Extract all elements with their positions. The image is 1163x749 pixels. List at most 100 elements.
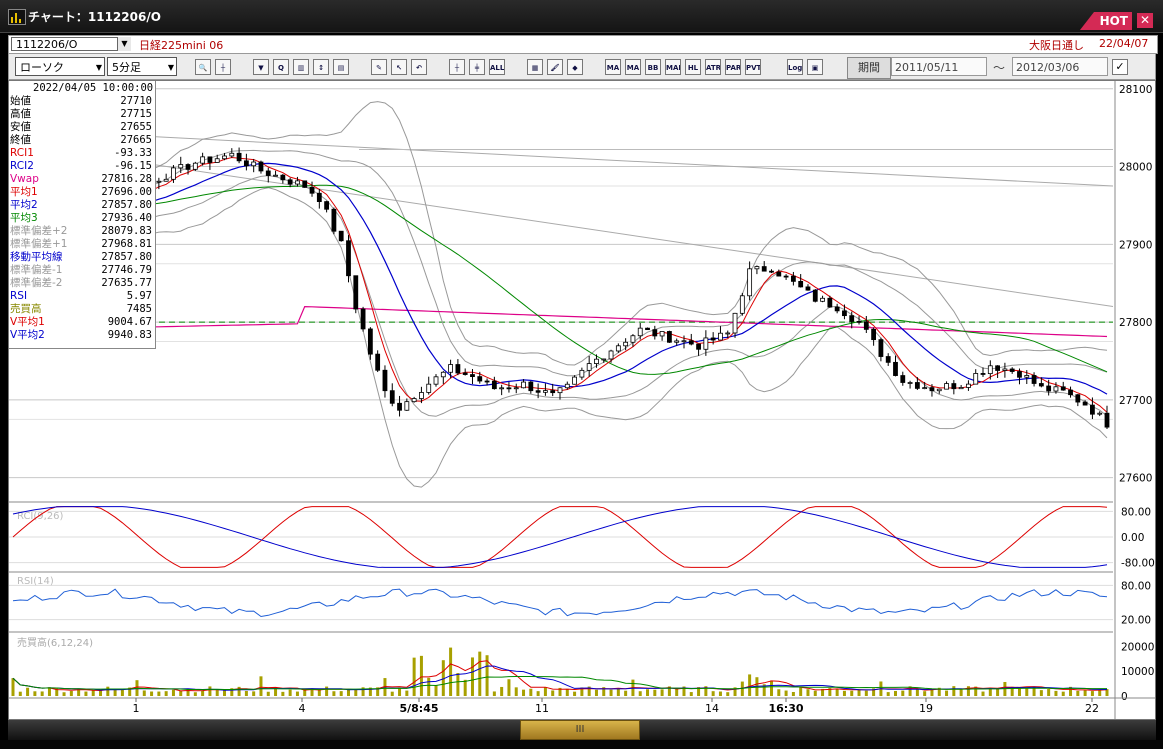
volume-bar xyxy=(893,690,897,696)
volume-bar xyxy=(339,691,343,696)
ma2-button[interactable]: MA xyxy=(625,59,641,75)
candle-body xyxy=(309,186,315,194)
down-arrow-button[interactable]: ▼ xyxy=(253,59,269,75)
legend-row: 標準偏差+1 27968.81 xyxy=(9,238,154,251)
legend-row: V平均2 9940.83 xyxy=(9,329,154,342)
log-button[interactable]: Log xyxy=(787,59,803,75)
legend-row: 平均2 27857.80 xyxy=(9,199,154,212)
candle-body xyxy=(1009,368,1015,372)
page-button[interactable]: ▤ xyxy=(333,59,349,75)
volume-bar xyxy=(62,692,66,696)
date-from-input[interactable]: 2011/05/11 xyxy=(891,57,987,76)
candle-body xyxy=(1031,375,1037,384)
volume-bar xyxy=(1083,690,1087,696)
volume-bar xyxy=(959,689,963,696)
volume-bar xyxy=(201,690,205,696)
legend-value: 27968.81 xyxy=(101,238,152,250)
title-bar[interactable]: チャート：1112206/O HOT ✕ xyxy=(0,0,1163,33)
volume-bar xyxy=(930,689,934,696)
bb-button[interactable]: BB xyxy=(645,59,661,75)
close-button[interactable]: ✕ xyxy=(1137,13,1153,28)
candle-body xyxy=(710,337,716,341)
volume-bar xyxy=(171,689,175,696)
legend-key: 平均3 xyxy=(10,212,38,224)
candle-body xyxy=(207,156,213,163)
candle-body xyxy=(295,180,300,185)
rsi-panel-label: RSI(14) xyxy=(17,576,54,587)
para-button[interactable]: PARA xyxy=(725,59,741,75)
volume-average-line xyxy=(12,676,1107,691)
volume-bar xyxy=(398,687,402,696)
period-button[interactable]: 期間 xyxy=(847,57,891,79)
candle-body xyxy=(849,315,855,322)
all-button[interactable]: ALL xyxy=(489,59,505,75)
ma-button[interactable]: MA xyxy=(605,59,621,75)
legend-value: 27715 xyxy=(120,108,152,120)
export-button[interactable]: ▣ xyxy=(807,59,823,75)
chart-area[interactable]: 28100 28000 27900 27800 27700 27600 80.00 0.00 -… xyxy=(8,80,1156,720)
candle-body xyxy=(871,328,877,341)
candle2-button[interactable]: ╪ xyxy=(469,59,485,75)
symbol-code-input[interactable]: 1112206/O xyxy=(11,37,129,51)
volume-bar xyxy=(536,691,540,696)
bars-button[interactable]: ▥ xyxy=(293,59,309,75)
scrollbar-thumb[interactable]: III xyxy=(520,720,640,740)
interval-select[interactable]: 5分足 ▼ xyxy=(107,57,177,76)
candle-body xyxy=(397,402,402,411)
legend-row: V平均1 9004.67 xyxy=(9,316,154,329)
candle1-button[interactable]: ┼ xyxy=(449,59,465,75)
candle-body xyxy=(645,327,650,331)
candle-body xyxy=(951,383,957,390)
time-tick-label: 19 xyxy=(919,702,933,715)
legend-key: 平均2 xyxy=(10,199,38,211)
hot-tab[interactable]: HOT xyxy=(1080,12,1132,30)
legend-key: 標準偏差-2 xyxy=(10,277,63,289)
crosshair-button[interactable]: ┼ xyxy=(215,59,231,75)
undo-button[interactable]: ↶ xyxy=(411,59,427,75)
brush-button[interactable]: 🖌 xyxy=(547,59,563,75)
candle-body xyxy=(513,387,519,390)
zoom-button[interactable]: 🔍 xyxy=(195,59,211,75)
symbol-dropdown-icon[interactable]: ▼ xyxy=(117,37,131,51)
period-checkbox[interactable]: ✓ xyxy=(1112,59,1128,75)
volume-average-line xyxy=(12,660,1108,692)
candle-body xyxy=(535,390,541,393)
candle-body xyxy=(820,297,825,302)
candle-body xyxy=(419,392,424,399)
atr-button[interactable]: ATR xyxy=(705,59,721,75)
chart-type-select[interactable]: ローソク ▼ xyxy=(15,57,105,76)
candle-body xyxy=(812,289,818,302)
color-button[interactable]: ◆ xyxy=(567,59,583,75)
magnify-button[interactable]: Q xyxy=(273,59,289,75)
rsi-line xyxy=(12,588,1108,618)
legend-key: Vwap xyxy=(10,173,39,185)
volume-bar xyxy=(434,684,438,696)
hl-button[interactable]: HL xyxy=(685,59,701,75)
cursor-button[interactable]: ↖ xyxy=(391,59,407,75)
legend-value: 7485 xyxy=(126,303,152,315)
legend-key: RSI xyxy=(10,290,28,302)
chart-canvas[interactable]: 28100 28000 27900 27800 27700 27600 80.00 0.00 -… xyxy=(9,81,1155,719)
legend-row: 移動平均線 27857.80 xyxy=(9,251,154,264)
volume-bar xyxy=(69,691,73,696)
pvt-button[interactable]: PVT xyxy=(745,59,761,75)
pen-button[interactable]: ✎ xyxy=(371,59,387,75)
rci-tick-label: 80.00 xyxy=(1121,506,1151,518)
candle-body xyxy=(462,372,468,375)
candle-body xyxy=(914,382,920,389)
legend-row: RSI 5.97 xyxy=(9,290,154,303)
volume-bar xyxy=(164,691,168,696)
grid-button[interactable]: ▦ xyxy=(527,59,543,75)
date-to-input[interactable]: 2012/03/06 xyxy=(1012,57,1108,76)
legend-row: 平均1 27696.00 xyxy=(9,186,154,199)
band-upper-2 xyxy=(12,101,1108,366)
candle-body xyxy=(506,387,512,390)
candle-body xyxy=(747,268,753,297)
candle-body xyxy=(251,161,257,167)
scale-button[interactable]: ↕ xyxy=(313,59,329,75)
band-lower-2 xyxy=(12,187,1108,488)
volume-bar xyxy=(842,690,846,696)
mae-button[interactable]: MAE xyxy=(665,59,681,75)
price-tick-label: 28000 xyxy=(1119,162,1152,174)
candle-body xyxy=(827,297,833,308)
